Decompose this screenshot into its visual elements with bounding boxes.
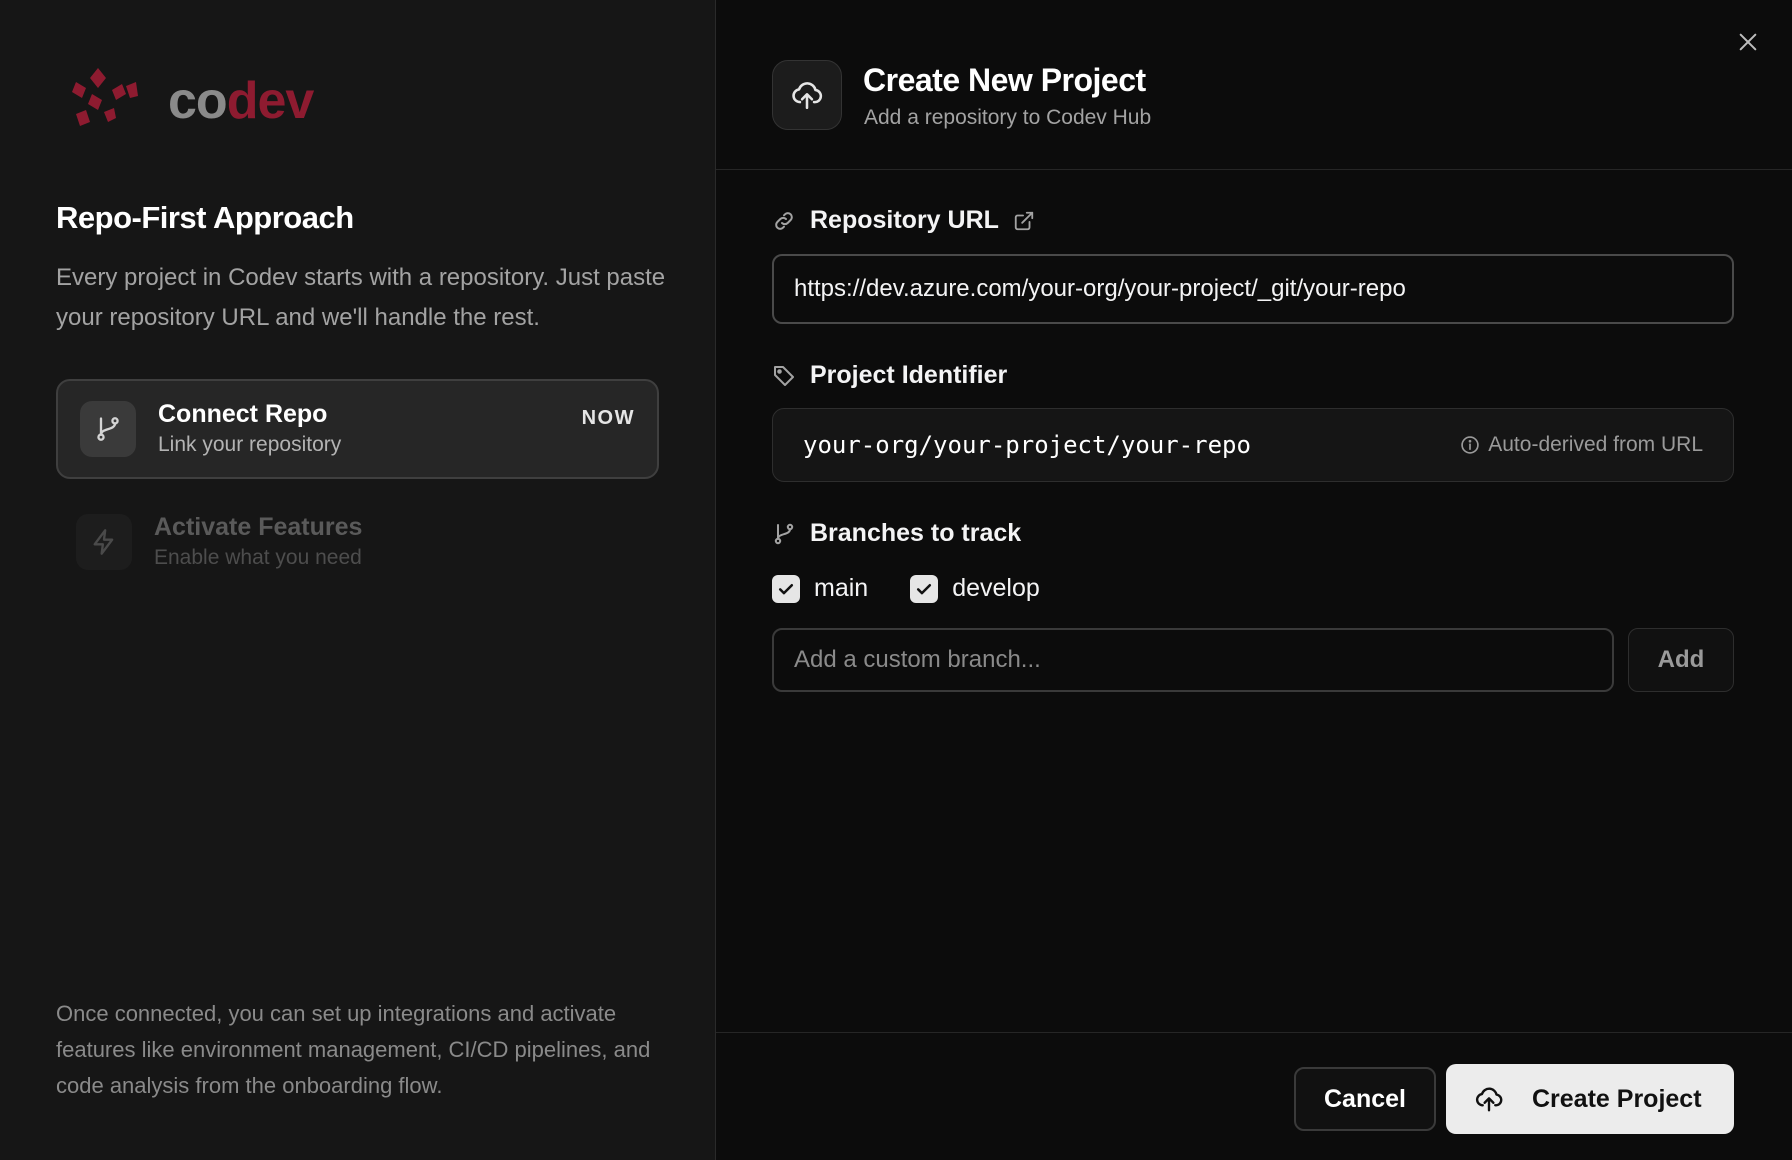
step-subtitle: Enable what you need <box>154 546 362 569</box>
onboarding-sidebar: codev Repo-First Approach Every project … <box>0 0 716 1160</box>
codev-logo-icon <box>72 68 138 126</box>
step-title: Activate Features <box>154 513 363 541</box>
branch-name: main <box>814 574 869 602</box>
branches-label: Branches to track <box>772 519 1021 548</box>
custom-branch-row: Add <box>772 628 1734 692</box>
repository-url-input[interactable] <box>772 254 1734 324</box>
branches-label-text: Branches to track <box>810 519 1022 547</box>
create-project-button[interactable]: Create Project <box>1446 1064 1734 1134</box>
custom-branch-input[interactable] <box>772 628 1614 692</box>
step-text: Activate Features Enable what you need <box>154 511 637 573</box>
modal-header: Create New Project Add a repository to C… <box>716 0 1792 170</box>
brand-name: codev <box>168 72 315 130</box>
project-identifier-label: Project Identifier <box>772 361 1007 390</box>
project-form-panel: Create New Project Add a repository to C… <box>716 0 1792 1160</box>
modal-footer: Cancel Create Project <box>716 1032 1792 1160</box>
repository-url-label: Repository URL <box>772 206 1035 235</box>
create-project-modal: codev Repo-First Approach Every project … <box>0 0 1792 1160</box>
create-project-label: Create Project <box>1532 1084 1702 1113</box>
modal-subtitle: Add a repository to Codev Hub <box>864 106 1152 129</box>
project-identifier-field: your-org/your-project/your-repo Auto-der… <box>772 408 1734 482</box>
link-icon <box>775 211 793 230</box>
brand-name-part-co: co <box>168 72 228 130</box>
info-icon <box>1461 436 1479 454</box>
brand-logo: codev <box>68 64 315 138</box>
git-branch-icon <box>774 523 794 544</box>
add-branch-button[interactable]: Add <box>1628 628 1734 692</box>
cancel-button[interactable]: Cancel <box>1294 1067 1436 1131</box>
step-connect-repo[interactable]: Connect Repo Link your repository NOW <box>56 379 659 479</box>
branch-name: develop <box>952 574 1040 602</box>
project-identifier-label-text: Project Identifier <box>810 361 1008 389</box>
step-title: Connect Repo <box>158 400 328 428</box>
checkbox-checked[interactable] <box>910 574 939 603</box>
brand-name-part-dev: dev <box>226 72 315 130</box>
lightning-icon <box>76 514 132 570</box>
check-icon <box>917 583 932 594</box>
auto-derived-hint: Auto-derived from URL <box>1460 433 1703 457</box>
sidebar-title: Repo-First Approach <box>56 200 354 235</box>
check-icon <box>778 583 794 594</box>
cloud-upload-icon <box>1475 1087 1503 1112</box>
repository-url-label-text: Repository URL <box>810 206 999 234</box>
modal-title: Create New Project <box>863 62 1146 98</box>
cloud-upload-icon <box>772 60 842 130</box>
tag-icon <box>774 365 794 386</box>
step-text: Connect Repo Link your repository <box>158 398 582 460</box>
sidebar-outro: Once connected, you can set up integrati… <box>56 1001 651 1098</box>
auto-derived-hint-text: Auto-derived from URL <box>1488 433 1703 456</box>
step-badge-now: NOW <box>581 407 635 429</box>
project-identifier-value: your-org/your-project/your-repo <box>803 431 1251 459</box>
sidebar-intro: Every project in Codev starts with a rep… <box>56 264 666 331</box>
external-link-icon[interactable] <box>1013 210 1035 232</box>
git-branch-icon <box>80 401 136 457</box>
branch-checkbox-develop[interactable]: develop <box>910 574 1040 603</box>
branch-checkbox-group: main develop <box>772 574 1040 603</box>
checkbox-checked[interactable] <box>772 574 800 603</box>
branch-checkbox-main[interactable]: main <box>772 574 868 603</box>
step-subtitle: Link your repository <box>158 433 342 456</box>
step-activate-features: Activate Features Enable what you need <box>56 492 659 592</box>
